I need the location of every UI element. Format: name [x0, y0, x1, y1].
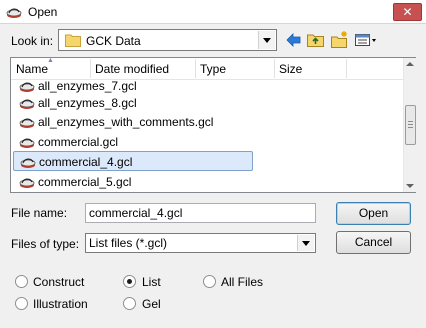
- sort-ascending-icon: ▲: [47, 57, 54, 64]
- radio-all-files[interactable]: [203, 275, 216, 288]
- radio-construct[interactable]: [15, 275, 28, 288]
- radio-all-files-label[interactable]: All Files: [221, 275, 263, 289]
- view-menu-icon: [355, 34, 376, 46]
- look-in-dropdown[interactable]: GCK Data: [58, 29, 277, 51]
- file-name: all_enzymes_with_comments.gcl: [38, 115, 214, 129]
- file-name-field[interactable]: commercial_4.gcl: [85, 203, 316, 223]
- column-separator[interactable]: [274, 59, 275, 78]
- file-type-dropdown[interactable]: List files (*.gcl): [85, 233, 316, 253]
- column-size[interactable]: Size: [279, 62, 302, 76]
- file-type-value: List files (*.gcl): [89, 236, 168, 250]
- column-type[interactable]: Type: [200, 62, 226, 76]
- column-separator[interactable]: [90, 59, 91, 78]
- gcl-file-icon: [19, 99, 35, 109]
- radio-gel-label[interactable]: Gel: [142, 297, 161, 311]
- radio-illustration[interactable]: [15, 297, 28, 310]
- gcl-file-icon: [20, 158, 36, 168]
- file-name: all_enzymes_7.gcl: [38, 81, 137, 93]
- file-rows: all_enzymes_7.gcl all_enzymes_8.gcl all_…: [11, 81, 403, 192]
- open-button[interactable]: Open: [336, 202, 411, 225]
- list-item[interactable]: all_enzymes_with_comments.gcl: [16, 112, 252, 132]
- radio-list-label[interactable]: List: [142, 275, 161, 289]
- chevron-down-icon[interactable]: [258, 31, 275, 49]
- column-header: ▲ Name Date modified Type Size: [11, 57, 403, 80]
- file-name-label: File name:: [11, 206, 68, 220]
- gcl-file-icon: [19, 138, 35, 148]
- scroll-down-icon[interactable]: [406, 184, 414, 188]
- radio-illustration-label[interactable]: Illustration: [33, 297, 88, 311]
- up-folder-button[interactable]: [306, 30, 326, 50]
- scroll-up-icon[interactable]: [406, 62, 414, 66]
- up-folder-icon: [307, 34, 324, 47]
- column-separator[interactable]: [195, 59, 196, 78]
- gcl-file-icon: [19, 178, 35, 188]
- back-button[interactable]: [284, 30, 304, 50]
- file-list[interactable]: ▲ Name Date modified Type Size all_enzym…: [10, 57, 416, 193]
- new-folder-button[interactable]: [330, 30, 350, 50]
- column-name[interactable]: Name: [16, 62, 48, 76]
- title-bar: Open ✕: [0, 0, 426, 24]
- look-in-value: GCK Data: [86, 34, 141, 48]
- vertical-scrollbar[interactable]: [403, 58, 416, 192]
- radio-gel[interactable]: [123, 297, 136, 310]
- back-arrow-icon: [286, 33, 301, 47]
- close-icon: ✕: [402, 5, 413, 19]
- file-name: commercial_4.gcl: [39, 155, 133, 169]
- column-date-modified[interactable]: Date modified: [95, 62, 169, 76]
- column-separator[interactable]: [346, 59, 347, 78]
- view-menu-button[interactable]: [354, 30, 378, 50]
- file-name: commercial.gcl: [38, 135, 119, 149]
- new-folder-icon: [331, 31, 347, 48]
- close-button[interactable]: ✕: [393, 3, 422, 21]
- list-item-selected[interactable]: commercial_4.gcl: [13, 151, 253, 171]
- app-icon: [6, 8, 22, 18]
- radio-list[interactable]: [123, 275, 136, 288]
- cancel-button[interactable]: Cancel: [336, 231, 411, 254]
- chevron-down-icon[interactable]: [297, 235, 314, 251]
- window-title: Open: [28, 5, 58, 19]
- file-name: all_enzymes_8.gcl: [38, 96, 137, 110]
- gcl-file-icon: [19, 118, 35, 128]
- file-type-label: Files of type:: [11, 237, 80, 251]
- file-name: commercial_5.gcl: [38, 175, 132, 189]
- folder-icon: [65, 34, 81, 47]
- scrollbar-thumb[interactable]: [405, 105, 416, 145]
- list-item[interactable]: commercial.gcl: [16, 132, 252, 152]
- list-item[interactable]: all_enzymes_8.gcl: [16, 93, 252, 113]
- look-in-label: Look in:: [11, 34, 54, 48]
- list-item[interactable]: commercial_5.gcl: [16, 172, 252, 192]
- radio-construct-label[interactable]: Construct: [33, 275, 84, 289]
